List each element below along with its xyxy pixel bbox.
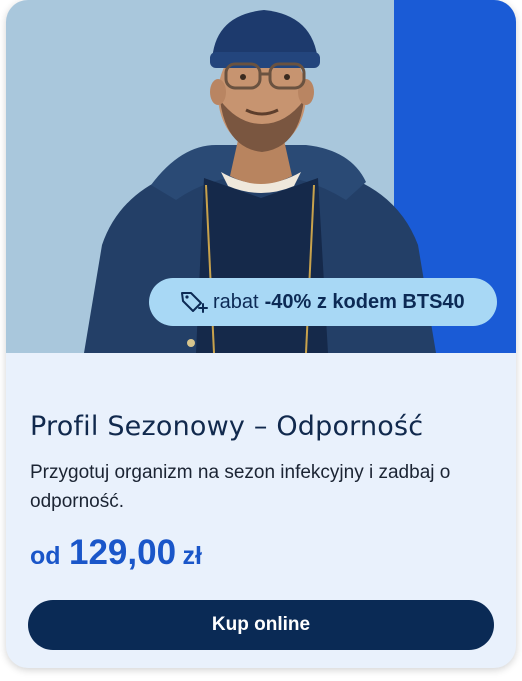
product-price: od 129,00 zł [30,533,202,573]
price-prefix: od [30,542,61,570]
buy-online-button[interactable]: Kup online [28,600,494,650]
product-description: Przygotuj organizm na sezon infekcyjny i… [30,462,451,512]
promo-prefix: rabat [213,290,259,313]
price-currency: zł [182,542,202,570]
product-title: Profil Sezonowy – Odporność [30,411,424,442]
promo-text: rabat -40% z kodem BTS40 [213,291,465,314]
product-card[interactable]: rabat -40% z kodem BTS40 Profil Sezonowy … [6,0,516,668]
promo-code: -40% z kodem BTS40 [264,290,465,313]
tag-plus-icon [181,292,208,313]
promo-badge: rabat -40% z kodem BTS40 [149,278,497,326]
price-amount: 129,00 [69,533,177,572]
card-content: Profil Sezonowy – Odporność Przygotuj or… [6,353,516,668]
hero-image-area: rabat -40% z kodem BTS40 [6,0,516,353]
